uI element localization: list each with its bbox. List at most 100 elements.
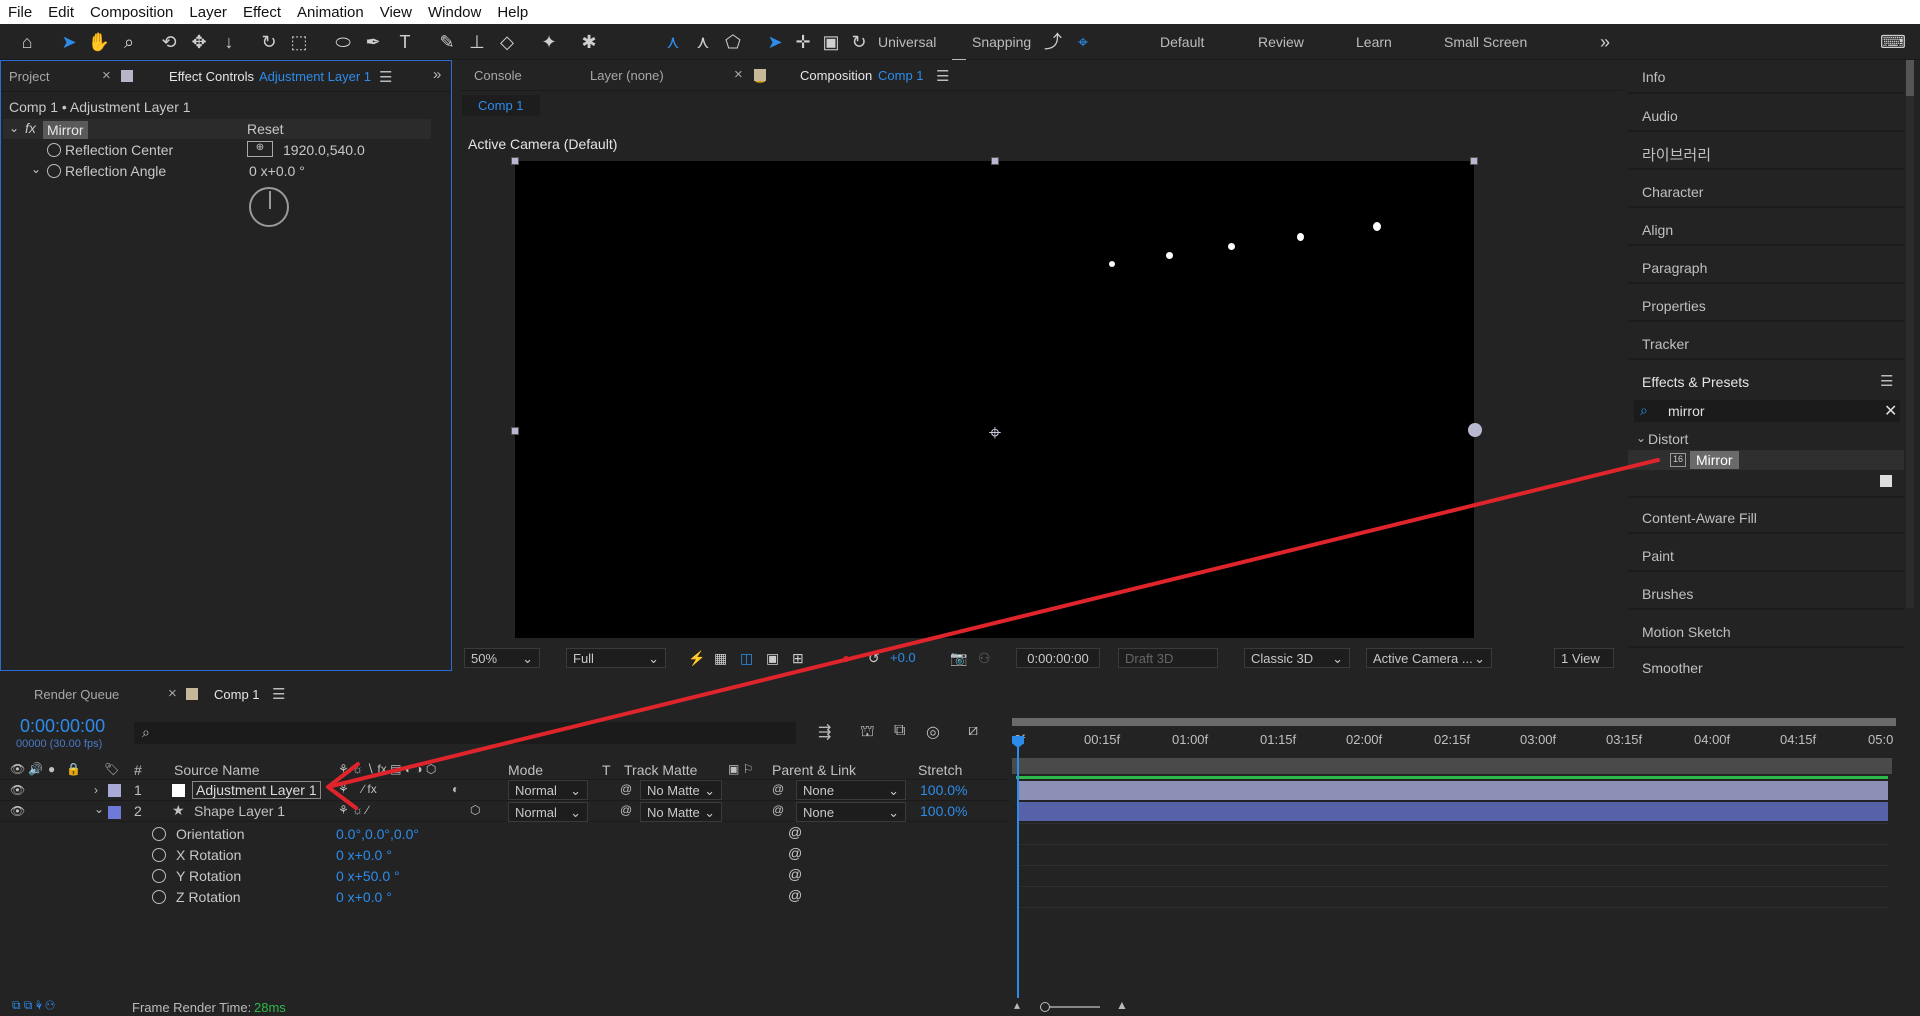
effect-name-mirror[interactable]: Mirror: [43, 121, 88, 139]
paint-panel-header[interactable]: Paint: [1642, 548, 1674, 564]
col-track-matte[interactable]: Track Matte: [624, 762, 697, 778]
view-axis-icon[interactable]: ⬠: [720, 29, 746, 55]
tab-project[interactable]: Project: [9, 69, 49, 84]
reset-exposure-icon[interactable]: ↺: [868, 650, 880, 667]
zoom-dropdown[interactable]: 50% ⌄: [464, 648, 540, 668]
tab-console[interactable]: Console: [474, 68, 522, 83]
motion-blur-icon[interactable]: ◎: [926, 722, 940, 742]
resolution-dropdown[interactable]: Full ⌄: [566, 648, 666, 668]
work-area-range[interactable]: [1012, 758, 1892, 774]
layer-mode-dropdown[interactable]: Normal ⌄: [508, 780, 588, 800]
collapse-chevron-icon[interactable]: ⌄: [9, 121, 19, 135]
workspace-learn[interactable]: Learn: [1356, 34, 1392, 50]
comp-flowchart-icon[interactable]: ⛫: [860, 722, 875, 742]
snap-target-icon[interactable]: ⌖: [1070, 29, 1096, 55]
effects-search-field[interactable]: ⌕ mirror ✕: [1634, 400, 1900, 422]
distort-category[interactable]: Distort: [1648, 431, 1688, 447]
workspace-small-screen[interactable]: Small Screen: [1444, 34, 1527, 50]
layer-name-shape[interactable]: Shape Layer 1: [194, 803, 285, 819]
layer-switches[interactable]: ⚘ ☼ ∕: [338, 803, 368, 817]
timeline-search-field[interactable]: ⌕: [134, 722, 796, 744]
stopwatch-icon[interactable]: [152, 848, 166, 862]
pickwhip-icon[interactable]: @: [788, 824, 802, 840]
snapshot-icon[interactable]: 📷: [950, 650, 967, 667]
pickwhip-icon[interactable]: @: [788, 845, 802, 861]
eraser-tool-icon[interactable]: ◇: [494, 29, 520, 55]
roto-brush-icon[interactable]: ✦: [536, 29, 562, 55]
rotate-3d-icon[interactable]: ↻: [846, 29, 872, 55]
playhead-line[interactable]: [1017, 740, 1019, 998]
layer-switches[interactable]: ⚘ ∕ fx: [338, 782, 377, 796]
parent-pickwhip-icon[interactable]: @: [772, 782, 784, 796]
layer-label-color[interactable]: [108, 784, 121, 797]
effects-presets-header[interactable]: Effects & Presets: [1642, 374, 1749, 390]
parent-dropdown[interactable]: None ⌄: [796, 780, 906, 800]
color-channel-icon[interactable]: ●: [842, 650, 850, 666]
search-help-icon[interactable]: ⌨: [1880, 29, 1906, 55]
show-snapshot-icon[interactable]: ⚇: [978, 650, 991, 667]
z-rotation-value[interactable]: 0 x+0.0 °: [336, 889, 392, 905]
menu-view[interactable]: View: [372, 4, 420, 21]
panel-menu-icon[interactable]: ☰: [936, 67, 949, 85]
pickwhip-icon[interactable]: @: [788, 866, 802, 882]
info-panel-header[interactable]: Info: [1642, 69, 1665, 85]
mirror-effect-item[interactable]: Mirror: [1690, 451, 1739, 469]
orbit-camera-icon[interactable]: ⟲: [156, 29, 182, 55]
reset-link[interactable]: Reset: [247, 121, 284, 137]
col-source-name[interactable]: Source Name: [174, 762, 260, 778]
tab-comp-1[interactable]: Comp 1: [214, 687, 260, 702]
y-rotation-value[interactable]: 0 x+50.0 °: [336, 868, 400, 884]
exposure-value[interactable]: +0.0: [890, 650, 916, 665]
audio-icon[interactable]: 🔊: [28, 762, 43, 776]
type-tool-icon[interactable]: T: [392, 29, 418, 55]
more-workspaces-icon[interactable]: »: [1592, 29, 1618, 55]
brushes-panel-header[interactable]: Brushes: [1642, 586, 1693, 602]
align-panel-header[interactable]: Align: [1642, 222, 1673, 238]
zoom-slider-handle[interactable]: [1040, 1002, 1050, 1012]
3d-layer-switch-icon[interactable]: ⬡: [470, 803, 480, 817]
smoother-panel-header[interactable]: Smoother: [1642, 660, 1703, 676]
stopwatch-icon[interactable]: [47, 143, 61, 157]
views-dropdown[interactable]: 1 View: [1554, 648, 1614, 668]
angle-dial[interactable]: [249, 187, 289, 227]
visibility-eye-icon[interactable]: 👁: [10, 804, 25, 818]
anchor-point-icon[interactable]: ⌖: [983, 421, 1007, 445]
panel-menu-icon[interactable]: ☰: [379, 68, 392, 86]
right-scrollbar[interactable]: [1906, 60, 1914, 608]
layer-handle[interactable]: [1468, 423, 1482, 437]
zoom-out-icon[interactable]: ▴: [1014, 998, 1020, 1012]
close-tab-icon[interactable]: ×: [102, 67, 111, 84]
pen-tool-icon[interactable]: ✒: [360, 29, 386, 55]
layer-handle[interactable]: [991, 157, 999, 165]
expand-chevron-icon[interactable]: ⌄: [31, 162, 41, 176]
puppet-pin-icon[interactable]: ✱: [576, 29, 602, 55]
eye-icon[interactable]: 👁: [10, 762, 25, 776]
col-mode[interactable]: Mode: [508, 762, 543, 778]
parent-pickwhip-icon[interactable]: @: [772, 803, 784, 817]
col-parent-link[interactable]: Parent & Link: [772, 762, 856, 778]
panel-menu-icon[interactable]: ☰: [272, 685, 285, 703]
orientation-value[interactable]: 0.0°,0.0°,0.0°: [336, 826, 419, 842]
clone-stamp-icon[interactable]: ⊥: [464, 29, 490, 55]
camera-dropdown[interactable]: Active Camera ... ⌄: [1366, 648, 1492, 668]
grid-guides-icon[interactable]: ⊞: [792, 650, 804, 667]
col-stretch[interactable]: Stretch: [918, 762, 962, 778]
menu-layer[interactable]: Layer: [181, 4, 235, 21]
menu-file[interactable]: File: [0, 4, 40, 21]
search-input[interactable]: mirror: [1668, 403, 1705, 419]
adjustment-switch-icon[interactable]: ◐: [452, 782, 459, 796]
track-matte-pickwhip-icon[interactable]: @: [620, 782, 632, 796]
work-area-bar[interactable]: [1012, 718, 1896, 726]
expand-chevron-icon[interactable]: ⌄: [94, 802, 104, 816]
footer-toggle-icons[interactable]: ⧉ ⧉ ⚘ ⚇: [12, 998, 55, 1013]
brush-tool-icon[interactable]: ✎: [434, 29, 460, 55]
mask-visibility-icon[interactable]: ◫: [740, 650, 753, 667]
graph-editor-icon[interactable]: ⧄: [968, 722, 978, 740]
new-preset-icon[interactable]: [1880, 475, 1892, 487]
stretch-value[interactable]: 100.0%: [920, 803, 967, 819]
stopwatch-icon[interactable]: [152, 890, 166, 904]
pickwhip-icon[interactable]: @: [788, 887, 802, 903]
zoom-in-icon[interactable]: ▲: [1116, 998, 1128, 1012]
menu-animation[interactable]: Animation: [289, 4, 372, 21]
visibility-eye-icon[interactable]: 👁: [10, 783, 25, 797]
